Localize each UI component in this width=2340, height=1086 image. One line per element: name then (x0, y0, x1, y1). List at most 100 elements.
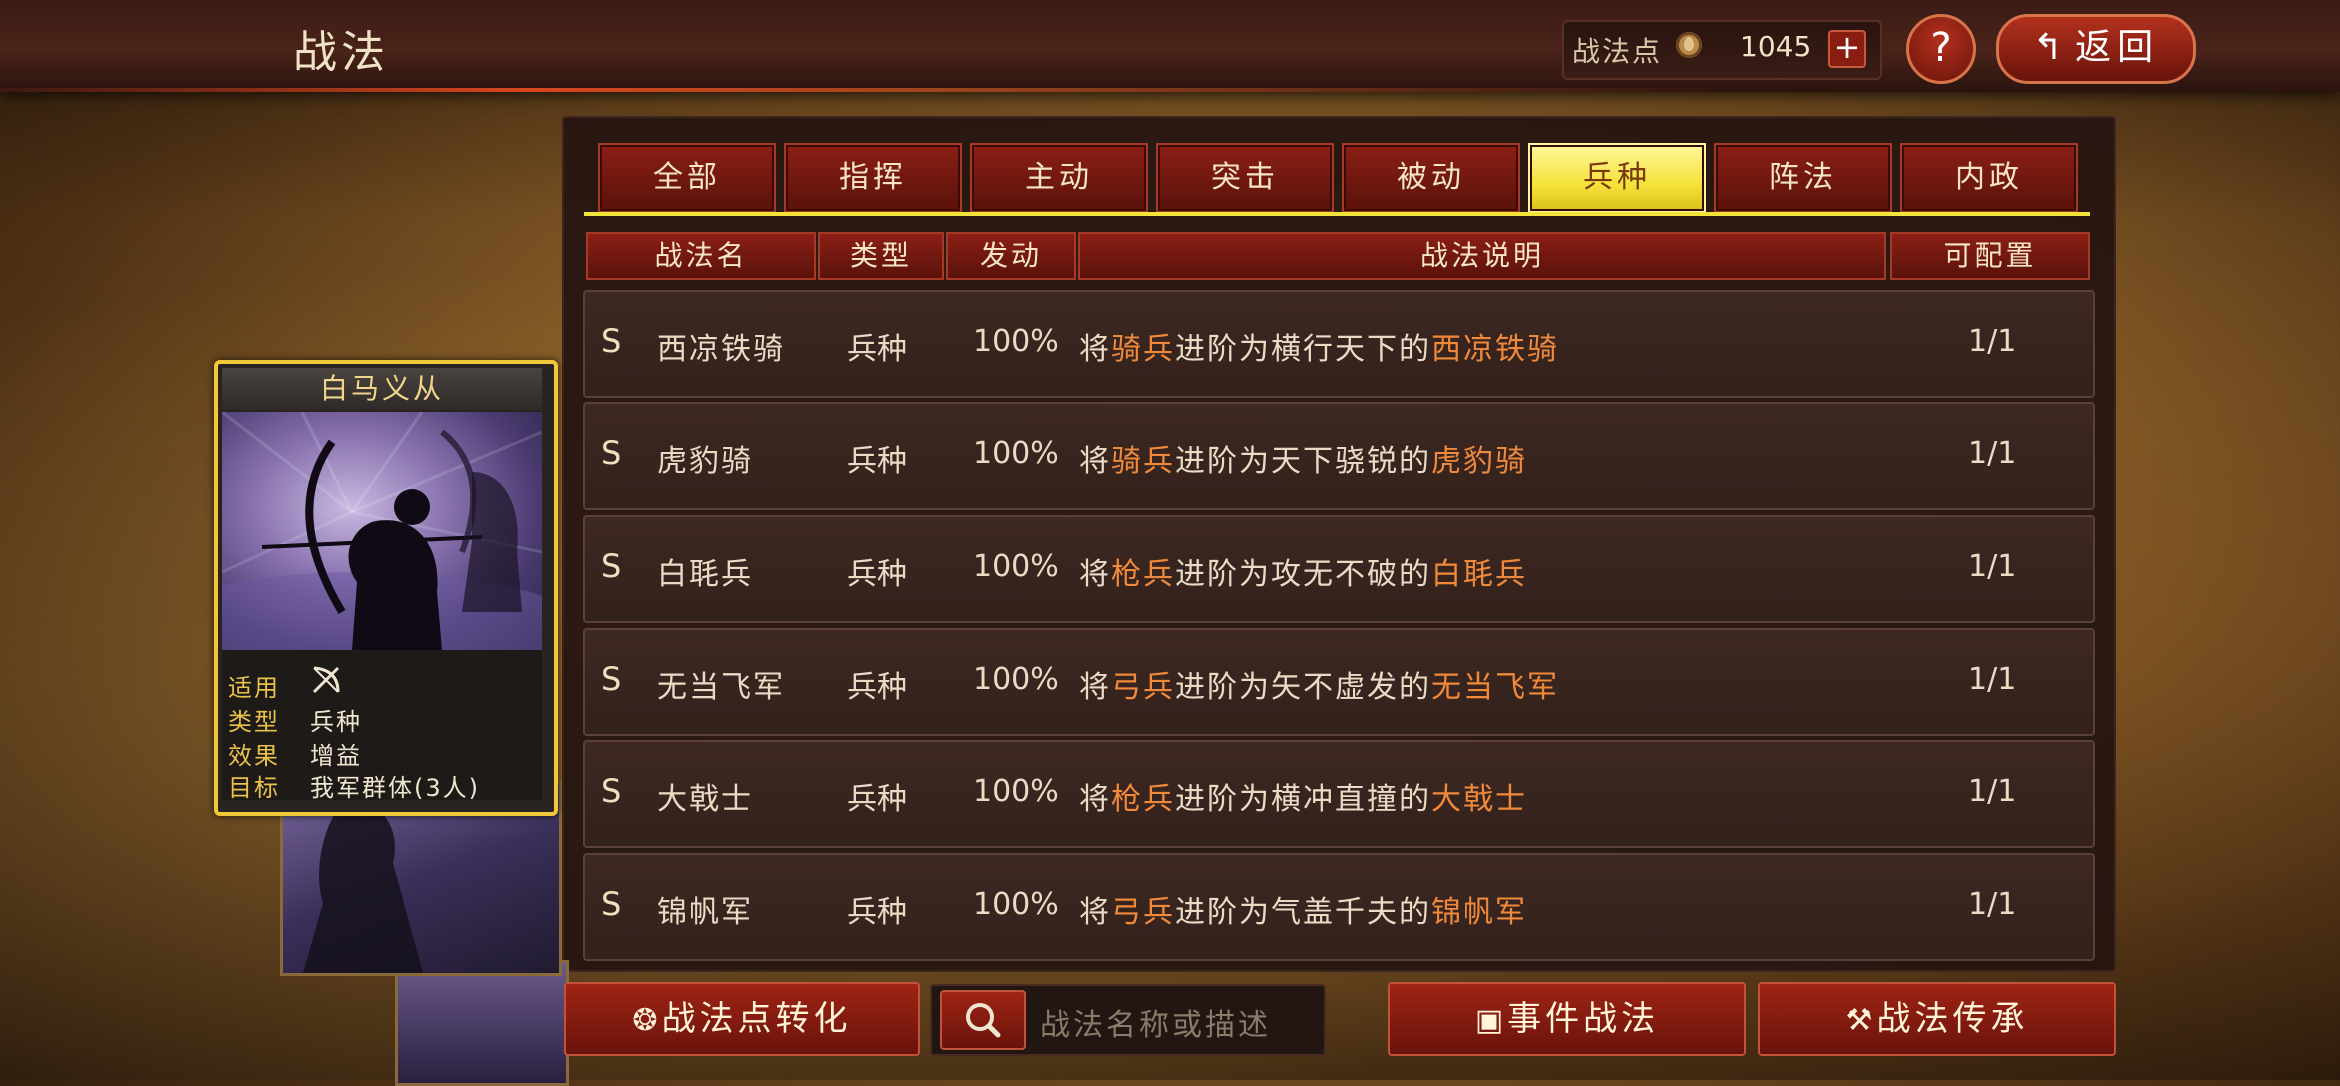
add-points-button[interactable]: + (1828, 30, 1866, 68)
tactic-name: 大戟士 (657, 782, 753, 817)
tactic-rate: 100% (973, 324, 1059, 359)
column-header-description: 战法说明 (1078, 232, 1886, 280)
description-highlight: 弓兵 (1111, 895, 1175, 930)
description-text: 进阶为天下骁锐的 (1175, 444, 1431, 479)
convert-points-label: 战法点转化 (661, 999, 852, 1039)
tab-6[interactable]: 阵法 (1714, 143, 1892, 213)
tab-5[interactable]: 兵种 (1528, 143, 1706, 213)
tactic-description: 将弓兵进阶为矢不虚发的无当飞军 (1079, 662, 1559, 706)
description-text: 进阶为攻无不破的 (1175, 557, 1431, 592)
convert-points-button[interactable]: ❂战法点转化 (564, 982, 920, 1056)
description-text: 进阶为气盖千夫的 (1175, 895, 1431, 930)
bow-icon (310, 664, 342, 702)
tactic-type: 兵种 (847, 557, 907, 592)
flame-icon: ❂ (632, 1003, 662, 1038)
description-highlight: 白毦兵 (1431, 557, 1527, 592)
tactic-description: 将骑兵进阶为天下骁锐的虎豹骑 (1079, 436, 1527, 480)
tactic-name: 西凉铁骑 (657, 332, 785, 367)
tactic-row[interactable]: S 西凉铁骑 兵种 100% 将骑兵进阶为横行天下的西凉铁骑 1/1 (583, 290, 2095, 398)
search-placeholder: 战法名称或描述 (1040, 1008, 1271, 1043)
description-text: 将 (1079, 557, 1111, 592)
tactic-row[interactable]: S 锦帆军 兵种 100% 将弓兵进阶为气盖千夫的锦帆军 1/1 (583, 853, 2095, 961)
tactic-inherit-button[interactable]: ⚒战法传承 (1758, 982, 2116, 1056)
tactic-config: 1/1 (1968, 549, 2017, 584)
description-highlight: 枪兵 (1111, 557, 1175, 592)
description-highlight: 虎豹骑 (1431, 444, 1527, 479)
tactic-name: 无当飞军 (657, 670, 785, 705)
tactic-grade: S (601, 885, 622, 923)
column-header-configurable[interactable]: 可配置 (1890, 232, 2090, 280)
back-button-label: 返回 (2075, 27, 2160, 68)
description-text: 进阶为横冲直撞的 (1175, 782, 1431, 817)
description-text: 将 (1079, 444, 1111, 479)
card-art (222, 412, 542, 650)
card-target-value: 我军群体(3人) (310, 774, 480, 802)
tactic-description: 将弓兵进阶为气盖千夫的锦帆军 (1079, 887, 1527, 931)
card-type-value: 兵种 (310, 708, 362, 736)
tab-4[interactable]: 被动 (1342, 143, 1520, 213)
description-highlight: 锦帆军 (1431, 895, 1527, 930)
tactic-rate: 100% (973, 662, 1059, 697)
scroll-icon: ▣ (1474, 1003, 1508, 1038)
column-header-rate[interactable]: 发动 (946, 232, 1076, 280)
help-button[interactable]: ? (1906, 14, 1976, 84)
tactic-row[interactable]: S 白毦兵 兵种 100% 将枪兵进阶为攻无不破的白毦兵 1/1 (583, 515, 2095, 623)
tactic-rate: 100% (973, 887, 1059, 922)
tactic-grade: S (601, 772, 622, 810)
description-text: 将 (1079, 670, 1111, 705)
tactic-description: 将枪兵进阶为横冲直撞的大戟士 (1079, 774, 1527, 818)
tab-2[interactable]: 主动 (970, 143, 1148, 213)
tactic-config: 1/1 (1968, 662, 2017, 697)
tactic-description: 将骑兵进阶为横行天下的西凉铁骑 (1079, 324, 1559, 368)
tactic-type: 兵种 (847, 782, 907, 817)
card-title: 白马义从 (222, 368, 542, 410)
tactic-name: 白毦兵 (657, 557, 753, 592)
tactic-rate: 100% (973, 436, 1059, 471)
card-effect-value: 增益 (310, 742, 362, 770)
tactic-config: 1/1 (1968, 436, 2017, 471)
tab-7[interactable]: 内政 (1900, 143, 2078, 213)
hammer-icon: ⚒ (1845, 1003, 1877, 1038)
card-stack-back-2 (395, 960, 569, 1086)
back-button[interactable]: ↰ 返回 (1996, 14, 2196, 84)
description-text: 将 (1079, 332, 1111, 367)
tab-0[interactable]: 全部 (598, 143, 776, 213)
tactic-name: 锦帆军 (657, 895, 753, 930)
column-header-name[interactable]: 战法名 (586, 232, 816, 280)
search-button[interactable] (940, 990, 1026, 1050)
tactic-config: 1/1 (1968, 887, 2017, 922)
page-title: 战法 (293, 27, 389, 78)
description-text: 进阶为横行天下的 (1175, 332, 1431, 367)
description-highlight: 弓兵 (1111, 670, 1175, 705)
tactic-type: 兵种 (847, 670, 907, 705)
tab-underline (584, 212, 2090, 216)
tactic-grade: S (601, 547, 622, 585)
tactic-inherit-label: 战法传承 (1876, 999, 2029, 1039)
tactic-point-icon (1676, 32, 1702, 58)
search-icon (966, 1003, 1001, 1038)
event-tactics-button[interactable]: ▣事件战法 (1388, 982, 1746, 1056)
card-effect-label: 效果 (228, 742, 280, 770)
archer-silhouette-art (222, 412, 542, 650)
column-header-type[interactable]: 类型 (818, 232, 944, 280)
description-highlight: 无当飞军 (1431, 670, 1559, 705)
card-target-label: 目标 (228, 774, 280, 802)
tactic-rate: 100% (973, 549, 1059, 584)
tactic-row[interactable]: S 虎豹骑 兵种 100% 将骑兵进阶为天下骁锐的虎豹骑 1/1 (583, 402, 2095, 510)
tab-1[interactable]: 指挥 (784, 143, 962, 213)
tactic-grade: S (601, 322, 622, 360)
tactic-description: 将枪兵进阶为攻无不破的白毦兵 (1079, 549, 1527, 593)
card-type-label: 类型 (228, 708, 280, 736)
tactic-type: 兵种 (847, 332, 907, 367)
tactic-grade: S (601, 660, 622, 698)
description-text: 将 (1079, 895, 1111, 930)
tab-3[interactable]: 突击 (1156, 143, 1334, 213)
tactic-row[interactable]: S 大戟士 兵种 100% 将枪兵进阶为横冲直撞的大戟士 1/1 (583, 740, 2095, 848)
description-highlight: 骑兵 (1111, 444, 1175, 479)
tactic-points-label: 战法点 (1572, 35, 1663, 68)
tactic-row[interactable]: S 无当飞军 兵种 100% 将弓兵进阶为矢不虚发的无当飞军 1/1 (583, 628, 2095, 736)
tactic-type: 兵种 (847, 895, 907, 930)
description-highlight: 骑兵 (1111, 332, 1175, 367)
return-arrow-icon: ↰ (2032, 27, 2070, 68)
tactic-config: 1/1 (1968, 324, 2017, 359)
